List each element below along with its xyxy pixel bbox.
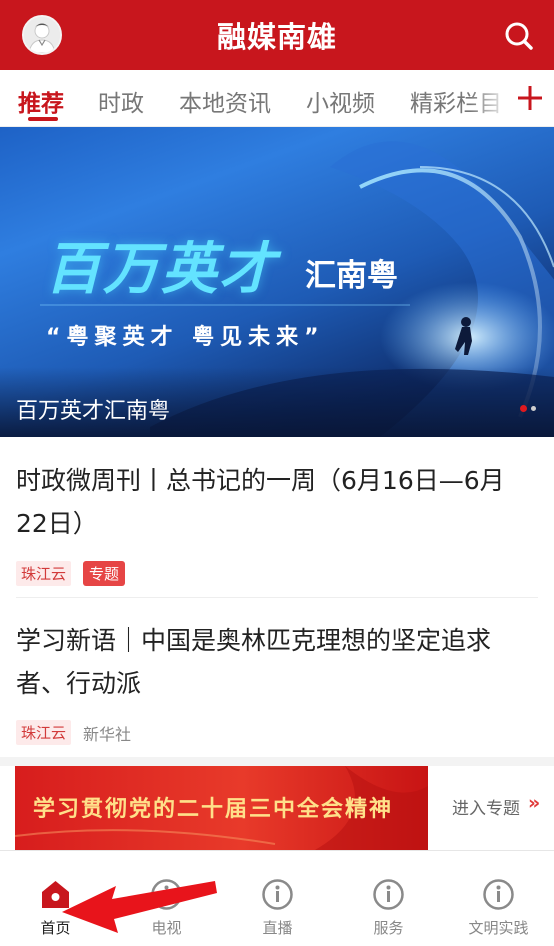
banner-headline: 百万英才 <box>45 237 277 302</box>
carousel-dot-active[interactable] <box>520 405 527 412</box>
banner-slogan: “粤聚英才 粤见未来” <box>46 325 325 350</box>
nav-item-civilization-practice[interactable]: 文明实践 <box>443 851 554 946</box>
nav-label: 首页 <box>40 919 71 937</box>
article-title[interactable]: 时政微周刊丨总书记的一周（6月16日—6月22日） <box>16 459 536 545</box>
tab-short-video[interactable]: 小视频 <box>306 84 375 118</box>
topic-tag: 专题 <box>83 561 126 586</box>
bottom-nav: 首页 电视 直播 服务 文明实践 <box>0 850 554 946</box>
channel-tabs: 推荐 时政 本地资讯 小视频 精彩栏目 <box>0 70 554 127</box>
article-item[interactable]: 学习新语｜中国是奥林匹克理想的坚定追求者、行动派 珠江云 新华社 <box>0 598 554 758</box>
tab-local-news[interactable]: 本地资讯 <box>179 84 271 118</box>
enter-topic-link[interactable]: 进入专题 <box>452 794 520 819</box>
nav-label: 电视 <box>151 919 182 937</box>
article-title[interactable]: 学习新语｜中国是奥林匹克理想的坚定追求者、行动派 <box>16 619 536 705</box>
article-meta: 珠江云 新华社 <box>16 720 131 745</box>
article-item[interactable]: 时政微周刊丨总书记的一周（6月16日—6月22日） 珠江云 专题 <box>0 437 554 597</box>
banner-caption: 百万英才汇南粤 <box>16 399 171 424</box>
info-circle-icon <box>372 878 405 911</box>
double-chevron-right-icon[interactable]: » <box>528 792 540 814</box>
carousel-dot[interactable] <box>531 406 536 411</box>
plus-icon[interactable] <box>510 78 550 118</box>
nav-item-home[interactable]: 首页 <box>0 851 111 946</box>
topic-banner[interactable]: 学习贯彻党的二十届三中全会精神 进入专题 » <box>0 766 554 850</box>
topic-banner-text: 学习贯彻党的二十届三中全会精神 <box>33 796 394 822</box>
article-meta: 珠江云 专题 <box>16 561 126 586</box>
nav-label: 服务 <box>373 919 404 937</box>
source-tag: 珠江云 <box>16 720 72 745</box>
info-circle-icon <box>261 878 294 911</box>
active-tab-indicator <box>28 117 58 121</box>
home-icon <box>39 878 72 911</box>
nav-label: 直播 <box>262 919 293 937</box>
tabs-fade <box>470 70 510 126</box>
source-tag: 珠江云 <box>16 561 72 586</box>
nav-label: 文明实践 <box>468 919 529 937</box>
app-header: 融媒南雄 <box>0 0 554 70</box>
tab-politics[interactable]: 时政 <box>98 84 144 118</box>
nav-item-services[interactable]: 服务 <box>333 851 444 946</box>
banner-carousel[interactable]: 百万英才 汇南粤 “粤聚英才 粤见未来” 百万英才汇南粤 <box>0 127 554 437</box>
info-circle-icon <box>482 878 515 911</box>
topic-banner-image[interactable]: 学习贯彻党的二十届三中全会精神 <box>15 766 428 850</box>
nav-item-tv[interactable]: 电视 <box>111 851 222 946</box>
banner-subheadline: 汇南粤 <box>305 258 398 294</box>
info-circle-icon <box>150 878 183 911</box>
search-icon[interactable] <box>501 18 537 54</box>
article-source: 新华社 <box>83 724 132 744</box>
app-title: 融媒南雄 <box>216 20 337 54</box>
nav-item-live[interactable]: 直播 <box>222 851 333 946</box>
section-divider <box>0 757 554 766</box>
tab-recommend[interactable]: 推荐 <box>18 84 64 118</box>
